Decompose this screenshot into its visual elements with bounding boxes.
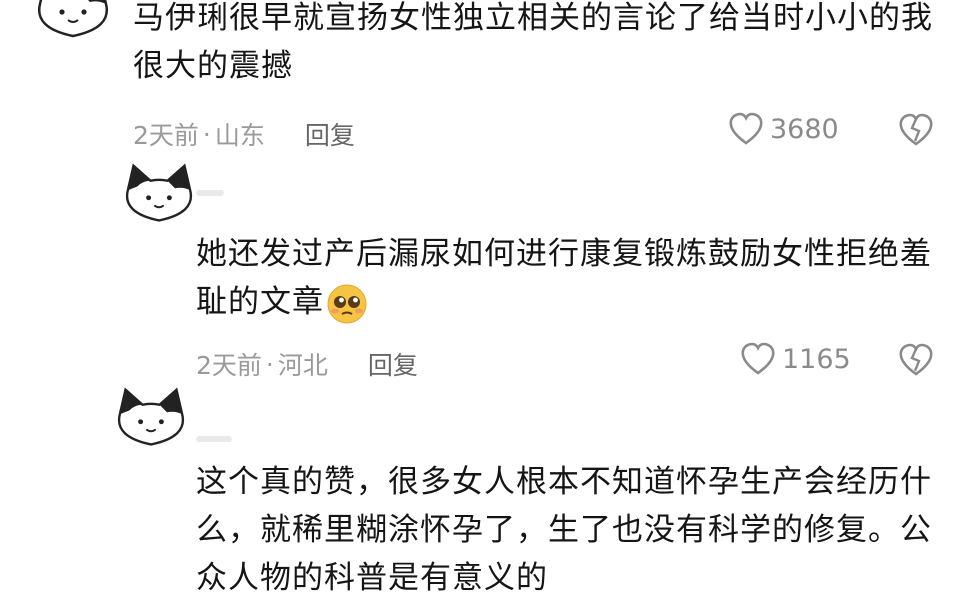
meta-separator: · [202,119,211,149]
comment-meta: 2天前 · 山东 回复 [133,116,355,152]
broken-heart-icon[interactable] [898,113,934,147]
comment-text: 她还发过产后漏尿如何进行康复锻炼鼓励女性拒绝羞耻的文章 [196,230,936,326]
reply-button[interactable]: 回复 [368,346,418,382]
like-button[interactable]: 1165 [740,342,851,376]
cat-avatar-icon[interactable] [118,160,200,228]
comment-time: 2天前 [196,351,262,380]
comment-time: 2天前 [133,121,199,150]
comment-text: 马伊琍很早就宣扬女性独立相关的言论了给当时小小的我很大的震撼 [133,0,933,84]
comment-meta: 2天前 · 河北 回复 [196,346,418,382]
like-count: 1165 [782,343,851,375]
username-redacted [196,436,232,442]
like-button[interactable]: 3680 [728,112,839,146]
like-count: 3680 [770,113,839,145]
cat-avatar-icon[interactable] [110,384,192,452]
broken-heart-icon[interactable] [898,343,934,377]
username-redacted [196,190,224,196]
comment-text: 这个真的赞，很多女人根本不知道怀孕生产会经历什么，就稀里糊涂怀孕了，生了也没有科… [196,464,932,596]
comment-location: 山东 [214,121,265,150]
pleading-face-emoji [327,284,367,323]
heart-outline-icon [741,342,775,375]
comment-location: 河北 [277,351,328,380]
cat-avatar-icon[interactable] [30,0,116,44]
meta-separator: · [265,349,274,379]
reply-button[interactable]: 回复 [305,116,355,152]
heart-outline-icon [729,112,763,145]
